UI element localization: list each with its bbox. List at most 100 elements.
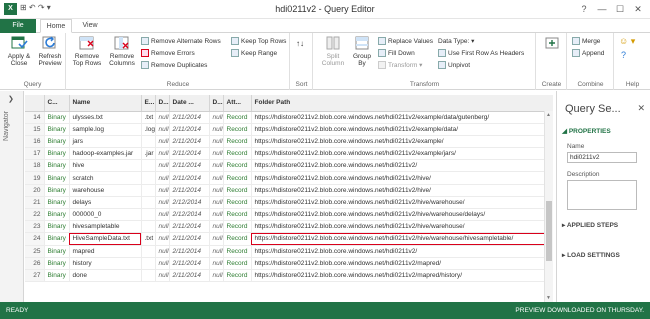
group-by-button[interactable]: Group By: [350, 35, 374, 67]
merge-button[interactable]: Merge: [572, 37, 600, 47]
transform-dropdown[interactable]: Transform ▾: [378, 61, 422, 71]
name-cell[interactable]: scratch: [69, 171, 142, 185]
keep-range-button[interactable]: Keep Range: [231, 49, 277, 59]
extension-cell[interactable]: [141, 208, 156, 222]
attributes-cell[interactable]: Record: [223, 135, 252, 149]
load-settings-section[interactable]: ▸ LOAD SETTINGS: [562, 251, 620, 259]
date-created-cell[interactable]: null: [209, 208, 224, 222]
content-cell[interactable]: Binary: [44, 245, 70, 258]
date-created-cell[interactable]: null: [209, 147, 224, 161]
attributes-cell[interactable]: Record: [223, 123, 252, 136]
attributes-cell[interactable]: Record: [223, 257, 252, 270]
scroll-down-icon[interactable]: ▼: [546, 295, 551, 301]
folder-path-cell[interactable]: https://hdistore0211v2.blob.core.windows…: [251, 184, 553, 197]
name-cell[interactable]: 000000_0: [69, 208, 142, 222]
folder-path-cell[interactable]: https://hdistore0211v2.blob.core.windows…: [251, 245, 553, 258]
date-created-cell[interactable]: null: [209, 123, 224, 136]
folder-path-cell[interactable]: https://hdistore0211v2.blob.core.windows…: [251, 196, 553, 210]
table-row[interactable]: 16 Binary jars null 2/11/2014 null Record https…: [25, 135, 553, 149]
attributes-cell[interactable]: Record: [223, 147, 252, 161]
date-created-cell[interactable]: null: [209, 269, 224, 283]
attributes-cell[interactable]: Record: [223, 232, 252, 246]
attributes-cell[interactable]: Record: [223, 111, 252, 124]
name-cell[interactable]: ulysses.txt: [69, 111, 142, 124]
column-header[interactable]: D...: [155, 95, 170, 112]
content-cell[interactable]: Binary: [44, 171, 70, 185]
keep-top-rows-button[interactable]: Keep Top Rows: [231, 37, 286, 47]
table-row[interactable]: 14 Binary ulysses.txt .txt null 2/11/2014 null…: [25, 111, 553, 124]
folder-path-cell[interactable]: https://hdistore0211v2.blob.core.windows…: [251, 232, 553, 246]
table-row[interactable]: 17 Binary hadoop-examples.jar .jar null 2/11/…: [25, 147, 553, 161]
name-cell[interactable]: delays: [69, 196, 142, 210]
extension-cell[interactable]: .txt: [141, 111, 156, 124]
date-created-cell[interactable]: null: [209, 257, 224, 270]
append-button[interactable]: Append: [572, 49, 604, 59]
date-modified-cell[interactable]: 2/11/2014: [169, 269, 210, 283]
date-accessed-cell[interactable]: null: [155, 159, 170, 173]
name-cell[interactable]: hive: [69, 159, 142, 173]
unpivot-button[interactable]: Unpivot: [438, 61, 470, 71]
sort-ascending-icon[interactable]: ↑↓: [296, 39, 304, 49]
smiley-icon[interactable]: ☺ ▾: [619, 37, 635, 47]
name-cell[interactable]: jars: [69, 135, 142, 149]
remove-errors-button[interactable]: Remove Errors: [141, 49, 195, 59]
column-header[interactable]: Att...: [223, 95, 252, 112]
table-row[interactable]: 24 Binary HiveSampleData.txt .txt null 2/11/2…: [25, 232, 553, 246]
help-button[interactable]: ?: [576, 2, 592, 16]
name-cell[interactable]: hadoop-examples.jar: [69, 147, 142, 161]
content-cell[interactable]: Binary: [44, 208, 70, 222]
maximize-button[interactable]: ☐: [612, 2, 628, 16]
column-header[interactable]: C...: [44, 95, 70, 112]
extension-cell[interactable]: [141, 159, 156, 173]
close-pane-icon[interactable]: ✕: [637, 103, 645, 114]
extension-cell[interactable]: [141, 196, 156, 210]
folder-path-cell[interactable]: https://hdistore0211v2.blob.core.windows…: [251, 269, 553, 283]
date-accessed-cell[interactable]: null: [155, 220, 170, 234]
content-cell[interactable]: Binary: [44, 135, 70, 149]
date-modified-cell[interactable]: 2/11/2014: [169, 257, 210, 270]
tab-home[interactable]: Home: [40, 19, 72, 33]
date-modified-cell[interactable]: 2/11/2014: [169, 123, 210, 136]
description-textarea[interactable]: [567, 180, 637, 210]
name-cell[interactable]: sample.log: [69, 123, 142, 136]
date-created-cell[interactable]: null: [209, 245, 224, 258]
date-accessed-cell[interactable]: null: [155, 196, 170, 210]
extension-cell[interactable]: [141, 135, 156, 149]
table-row[interactable]: 27 Binary done null 2/11/2014 null Record https…: [25, 269, 553, 283]
extension-cell[interactable]: .txt: [141, 232, 156, 246]
extension-cell[interactable]: [141, 245, 156, 258]
date-created-cell[interactable]: null: [209, 171, 224, 185]
folder-path-cell[interactable]: https://hdistore0211v2.blob.core.windows…: [251, 208, 553, 222]
data-type-dropdown[interactable]: Data Type: ▾: [438, 37, 474, 47]
content-cell[interactable]: Binary: [44, 269, 70, 283]
tab-file[interactable]: File: [0, 19, 36, 33]
name-cell[interactable]: HiveSampleData.txt: [69, 232, 142, 246]
attributes-cell[interactable]: Record: [223, 269, 252, 283]
extension-cell[interactable]: [141, 171, 156, 185]
date-modified-cell[interactable]: 2/11/2014: [169, 184, 210, 197]
close-button[interactable]: ✕: [630, 2, 646, 16]
scroll-thumb[interactable]: [546, 201, 552, 261]
content-cell[interactable]: Binary: [44, 232, 70, 246]
date-modified-cell[interactable]: 2/11/2014: [169, 159, 210, 173]
content-cell[interactable]: Binary: [44, 257, 70, 270]
date-accessed-cell[interactable]: null: [155, 171, 170, 185]
extension-cell[interactable]: [141, 184, 156, 197]
attributes-cell[interactable]: Record: [223, 196, 252, 210]
date-created-cell[interactable]: null: [209, 159, 224, 173]
folder-path-cell[interactable]: https://hdistore0211v2.blob.core.windows…: [251, 135, 553, 149]
minimize-button[interactable]: —: [594, 2, 610, 16]
apply-close-button[interactable]: Apply & Close: [4, 35, 34, 67]
scroll-up-icon[interactable]: ▲: [546, 112, 551, 118]
content-cell[interactable]: Binary: [44, 147, 70, 161]
column-header[interactable]: E...: [141, 95, 156, 112]
extension-cell[interactable]: .jar: [141, 147, 156, 161]
table-row[interactable]: 26 Binary history null 2/11/2014 null Record ht…: [25, 257, 553, 270]
applied-steps-section[interactable]: ▸ APPLIED STEPS: [562, 221, 618, 229]
date-created-cell[interactable]: null: [209, 196, 224, 210]
date-modified-cell[interactable]: 2/11/2014: [169, 245, 210, 258]
date-accessed-cell[interactable]: null: [155, 184, 170, 197]
date-modified-cell[interactable]: 2/11/2014: [169, 111, 210, 124]
date-accessed-cell[interactable]: null: [155, 245, 170, 258]
attributes-cell[interactable]: Record: [223, 159, 252, 173]
